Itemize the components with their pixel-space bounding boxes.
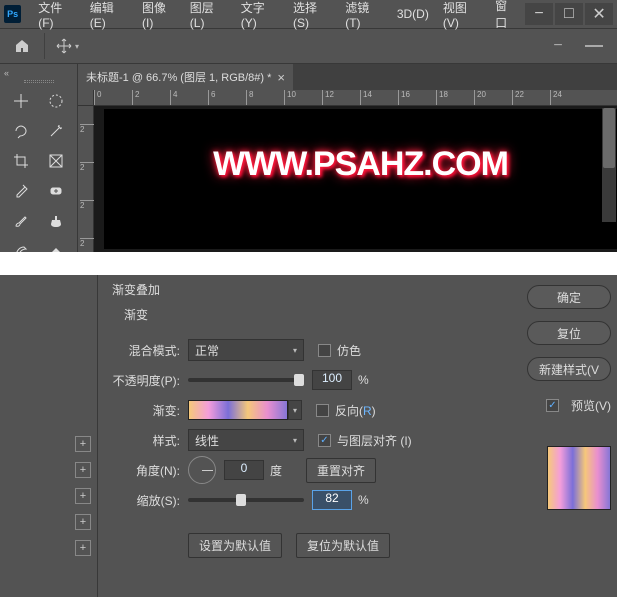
menu-image[interactable]: 图像(I) bbox=[135, 0, 183, 34]
dither-label: 仿色 bbox=[337, 342, 361, 359]
move-tool-options-icon[interactable]: ▾ bbox=[55, 34, 79, 58]
menu-edit[interactable]: 编辑(E) bbox=[83, 0, 135, 34]
document-tab-title: 未标题-1 @ 66.7% (图层 1, RGB/8#) * bbox=[86, 69, 271, 85]
menu-window[interactable]: 窗口 bbox=[488, 0, 525, 35]
menu-filter[interactable]: 滤镜(T) bbox=[338, 0, 390, 34]
toolbox bbox=[0, 64, 78, 252]
align-layer-label: 与图层对齐 (I) bbox=[337, 432, 412, 449]
options-menu-icon[interactable]: − bbox=[545, 35, 571, 57]
eyedropper-tool-icon[interactable] bbox=[6, 179, 36, 203]
move-tool-icon[interactable] bbox=[6, 89, 36, 113]
preview-checkbox[interactable] bbox=[546, 399, 559, 412]
healing-tool-icon[interactable] bbox=[42, 179, 72, 203]
window-maximize-button[interactable]: □ bbox=[555, 3, 583, 25]
window-minimize-button[interactable]: − bbox=[525, 3, 553, 25]
brush-tool-icon[interactable] bbox=[6, 209, 36, 233]
ruler-horizontal: 0 2 4 6 8 10 12 14 16 18 20 22 24 bbox=[78, 90, 617, 106]
canvas-text-layer: WWW.PSAHZ.COM bbox=[104, 145, 617, 184]
blend-mode-label: 混合模式: bbox=[112, 342, 180, 359]
cancel-button[interactable]: 复位 bbox=[527, 321, 611, 345]
marquee-tool-icon[interactable] bbox=[42, 89, 72, 113]
lasso-tool-icon[interactable] bbox=[6, 119, 36, 143]
reset-alignment-button[interactable]: 重置对齐 bbox=[306, 458, 376, 483]
add-effect-button[interactable]: + bbox=[75, 540, 91, 556]
layer-style-list: + + + + + bbox=[0, 275, 98, 597]
document-tab[interactable]: 未标题-1 @ 66.7% (图层 1, RGB/8#) * × bbox=[78, 64, 293, 90]
home-icon[interactable] bbox=[10, 34, 34, 58]
ps-logo: Ps bbox=[4, 5, 21, 23]
gradient-label: 渐变: bbox=[112, 402, 180, 419]
opacity-label: 不透明度(P): bbox=[112, 372, 180, 389]
reverse-checkbox[interactable] bbox=[316, 404, 329, 417]
frame-tool-icon[interactable] bbox=[42, 149, 72, 173]
divider bbox=[44, 33, 45, 59]
add-effect-button[interactable]: + bbox=[75, 488, 91, 504]
ok-button[interactable]: 确定 bbox=[527, 285, 611, 309]
reset-default-button[interactable]: 复位为默认值 bbox=[296, 533, 390, 558]
menu-layer[interactable]: 图层(L) bbox=[183, 0, 234, 34]
percent-unit: % bbox=[358, 373, 369, 387]
window-close-button[interactable]: ✕ bbox=[585, 3, 613, 25]
opacity-slider[interactable] bbox=[188, 378, 304, 382]
make-default-button[interactable]: 设置为默认值 bbox=[188, 533, 282, 558]
add-effect-button[interactable]: + bbox=[75, 462, 91, 478]
new-style-button[interactable]: 新建样式(V bbox=[527, 357, 611, 381]
options-panel-icon[interactable] bbox=[581, 35, 607, 57]
clone-stamp-tool-icon[interactable] bbox=[42, 209, 72, 233]
menu-view[interactable]: 视图(V) bbox=[436, 0, 488, 34]
ruler-vertical: 2 2 2 2 bbox=[78, 106, 94, 252]
scrollbar-vertical[interactable] bbox=[602, 108, 616, 222]
section-title: 渐变叠加 bbox=[112, 281, 523, 298]
expand-toolbar-icon[interactable]: « bbox=[4, 68, 16, 78]
align-layer-checkbox[interactable] bbox=[318, 434, 331, 447]
crop-tool-icon[interactable] bbox=[6, 149, 36, 173]
preview-swatch bbox=[547, 446, 611, 510]
angle-unit: 度 bbox=[270, 462, 282, 479]
dither-checkbox[interactable] bbox=[318, 344, 331, 357]
scale-input[interactable]: 82 bbox=[312, 490, 352, 510]
reverse-label: 反向(R) bbox=[335, 402, 376, 419]
toolbox-handle[interactable] bbox=[6, 80, 71, 83]
section-subtitle: 渐变 bbox=[124, 306, 523, 323]
angle-label: 角度(N): bbox=[112, 462, 180, 479]
canvas-viewport[interactable]: WWW.PSAHZ.COM bbox=[94, 106, 617, 252]
menu-file[interactable]: 文件(F) bbox=[31, 0, 83, 34]
close-tab-icon[interactable]: × bbox=[277, 70, 285, 85]
menu-select[interactable]: 选择(S) bbox=[286, 0, 338, 34]
angle-input[interactable]: 0 bbox=[224, 460, 264, 480]
add-effect-button[interactable]: + bbox=[75, 514, 91, 530]
preview-label: 预览(V) bbox=[571, 397, 611, 414]
magic-wand-tool-icon[interactable] bbox=[42, 119, 72, 143]
gradient-dropdown-icon[interactable]: ▾ bbox=[288, 400, 302, 420]
opacity-input[interactable]: 100 bbox=[312, 370, 352, 390]
gradient-swatch[interactable] bbox=[188, 400, 288, 420]
percent-unit: % bbox=[358, 493, 369, 507]
style-select[interactable]: 线性▾ bbox=[188, 429, 304, 451]
angle-dial[interactable] bbox=[188, 456, 216, 484]
menu-type[interactable]: 文字(Y) bbox=[234, 0, 286, 34]
scale-slider[interactable] bbox=[188, 498, 304, 502]
scale-label: 缩放(S): bbox=[112, 492, 180, 509]
blend-mode-select[interactable]: 正常▾ bbox=[188, 339, 304, 361]
style-label: 样式: bbox=[112, 432, 180, 449]
add-effect-button[interactable]: + bbox=[75, 436, 91, 452]
menu-3d[interactable]: 3D(D) bbox=[390, 3, 436, 25]
